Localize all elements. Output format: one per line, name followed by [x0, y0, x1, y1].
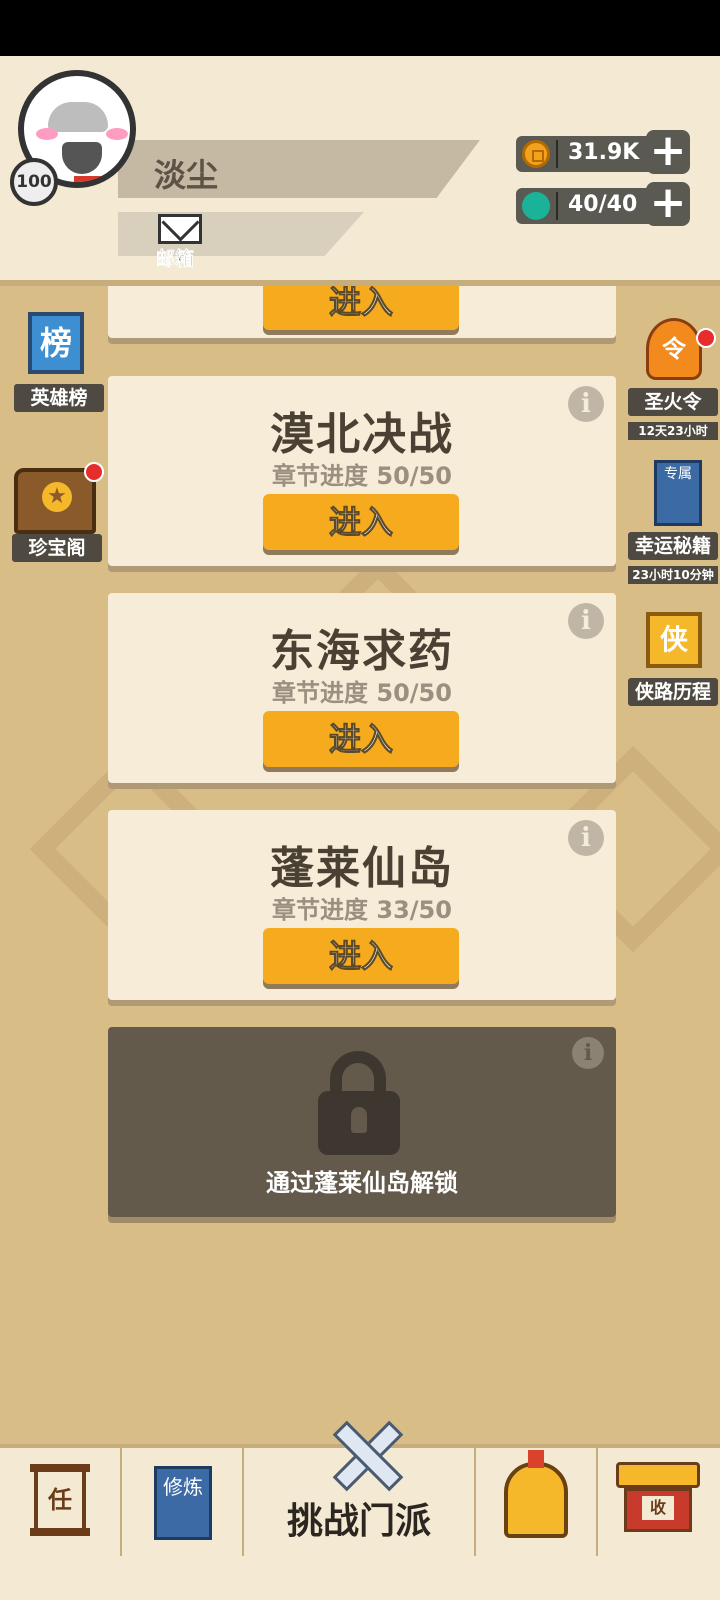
lucky-manual-timer: 23小时10分钟 — [628, 566, 718, 584]
manual-book-icon: 专属 — [654, 460, 702, 526]
chapter-title: 东海求药 — [270, 626, 454, 677]
journey-badge-icon: 侠 — [646, 612, 702, 668]
hero-journey-label: 侠路历程 — [628, 678, 718, 706]
coin-icon — [522, 140, 550, 168]
mail-label: 邮箱 — [156, 248, 195, 271]
treasure-pavilion-label: 珍宝阁 — [12, 534, 102, 562]
chapter-progress: 章节进度 50/50 — [272, 679, 452, 707]
avatar-mouth — [62, 142, 102, 174]
cultivate-book-icon: 修炼 — [154, 1466, 212, 1540]
hall-roof — [616, 1462, 700, 1488]
mail-banner — [118, 212, 364, 256]
chapter-card: i 蓬莱仙岛 章节进度 33/50 进入 — [108, 810, 616, 1000]
notification-dot — [84, 462, 104, 482]
nav-collection-hall[interactable]: 收 — [598, 1448, 720, 1556]
unlock-hint: 通过蓬莱仙岛解锁 — [266, 1169, 458, 1197]
chapter-card-partial: 进入 — [108, 286, 616, 338]
sacred-fire-timer: 12天23小时 — [628, 422, 718, 440]
enter-button[interactable]: 进入 — [263, 494, 459, 550]
avatar-blush-left — [36, 128, 58, 140]
sacred-fire-token-label: 圣火令 — [628, 388, 718, 416]
task-scroll-icon: 任 — [30, 1464, 90, 1536]
coin-separator — [556, 140, 558, 168]
system-nav-area — [0, 1556, 720, 1600]
avatar-face — [48, 102, 108, 132]
helmet-icon — [504, 1450, 568, 1538]
treasure-chest-icon — [14, 468, 96, 534]
chapter-card: i 漠北决战 章节进度 50/50 进入 — [108, 376, 616, 566]
ranking-banner-icon: 榜 — [28, 312, 84, 374]
avatar-button[interactable]: 100 — [10, 70, 142, 206]
lock-body — [318, 1091, 400, 1155]
locked-chapter-card: i 通过蓬莱仙岛解锁 — [108, 1027, 616, 1217]
notification-dot — [696, 328, 716, 348]
energy-separator — [556, 192, 558, 220]
mail-button[interactable]: 邮箱 — [156, 212, 208, 271]
treasure-pavilion-button[interactable]: 珍宝阁 — [12, 462, 104, 562]
level-badge: 100 — [10, 158, 58, 206]
chapter-board[interactable]: 进入 i 漠北决战 章节进度 50/50 进入 i 东海求药 章节进度 50/5… — [0, 286, 720, 1444]
enter-button[interactable]: 进入 — [263, 286, 459, 330]
coin-value: 31.9K — [568, 140, 640, 165]
nav-cultivate[interactable]: 修炼 — [122, 1448, 244, 1556]
status-bar — [0, 0, 720, 56]
chapter-progress: 章节进度 50/50 — [272, 462, 452, 490]
nav-challenge-sect[interactable]: 挑战门派 — [244, 1448, 476, 1556]
chapter-title: 漠北决战 — [270, 409, 454, 460]
player-name: 淡尘 — [154, 156, 219, 194]
energy-resource: 40/40 + — [516, 181, 690, 226]
sacred-fire-token-button[interactable]: 令 圣火令 12天23小时 — [628, 318, 718, 440]
hero-ranking-label: 英雄榜 — [14, 384, 104, 412]
hall-sign: 收 — [642, 1496, 674, 1520]
avatar-scarf — [74, 176, 118, 182]
add-coins-button[interactable]: + — [646, 129, 690, 174]
hero-journey-button[interactable]: 侠 侠路历程 — [628, 606, 718, 706]
bottom-nav: 任 修炼 挑战门派 收 — [0, 1444, 720, 1560]
enter-button[interactable]: 进入 — [263, 711, 459, 767]
chapter-progress: 章节进度 33/50 — [272, 896, 452, 924]
avatar-blush-right — [106, 128, 128, 140]
crossed-swords-icon — [326, 1416, 402, 1486]
enter-button[interactable]: 进入 — [263, 928, 459, 984]
energy-value: 40/40 — [568, 192, 638, 217]
lucky-manual-button[interactable]: 专属 幸运秘籍 23小时10分钟 — [628, 460, 718, 584]
info-icon[interactable]: i — [572, 1037, 604, 1069]
flame-token-icon: 令 — [646, 318, 702, 380]
lucky-manual-label: 幸运秘籍 — [628, 532, 718, 560]
hero-ranking-button[interactable]: 榜 英雄榜 — [14, 312, 104, 412]
chapter-title: 蓬莱仙岛 — [270, 843, 454, 894]
nav-equipment[interactable] — [476, 1448, 598, 1556]
energy-gem-icon — [522, 192, 550, 220]
challenge-sect-label: 挑战门派 — [286, 1501, 431, 1542]
coin-resource: 31.9K + — [516, 129, 690, 174]
add-energy-button[interactable]: + — [646, 181, 690, 226]
nav-tasks[interactable]: 任 — [0, 1448, 122, 1556]
chapter-card: i 东海求药 章节进度 50/50 进入 — [108, 593, 616, 783]
mail-icon — [158, 214, 202, 244]
hall-building-icon: 收 — [616, 1462, 700, 1538]
